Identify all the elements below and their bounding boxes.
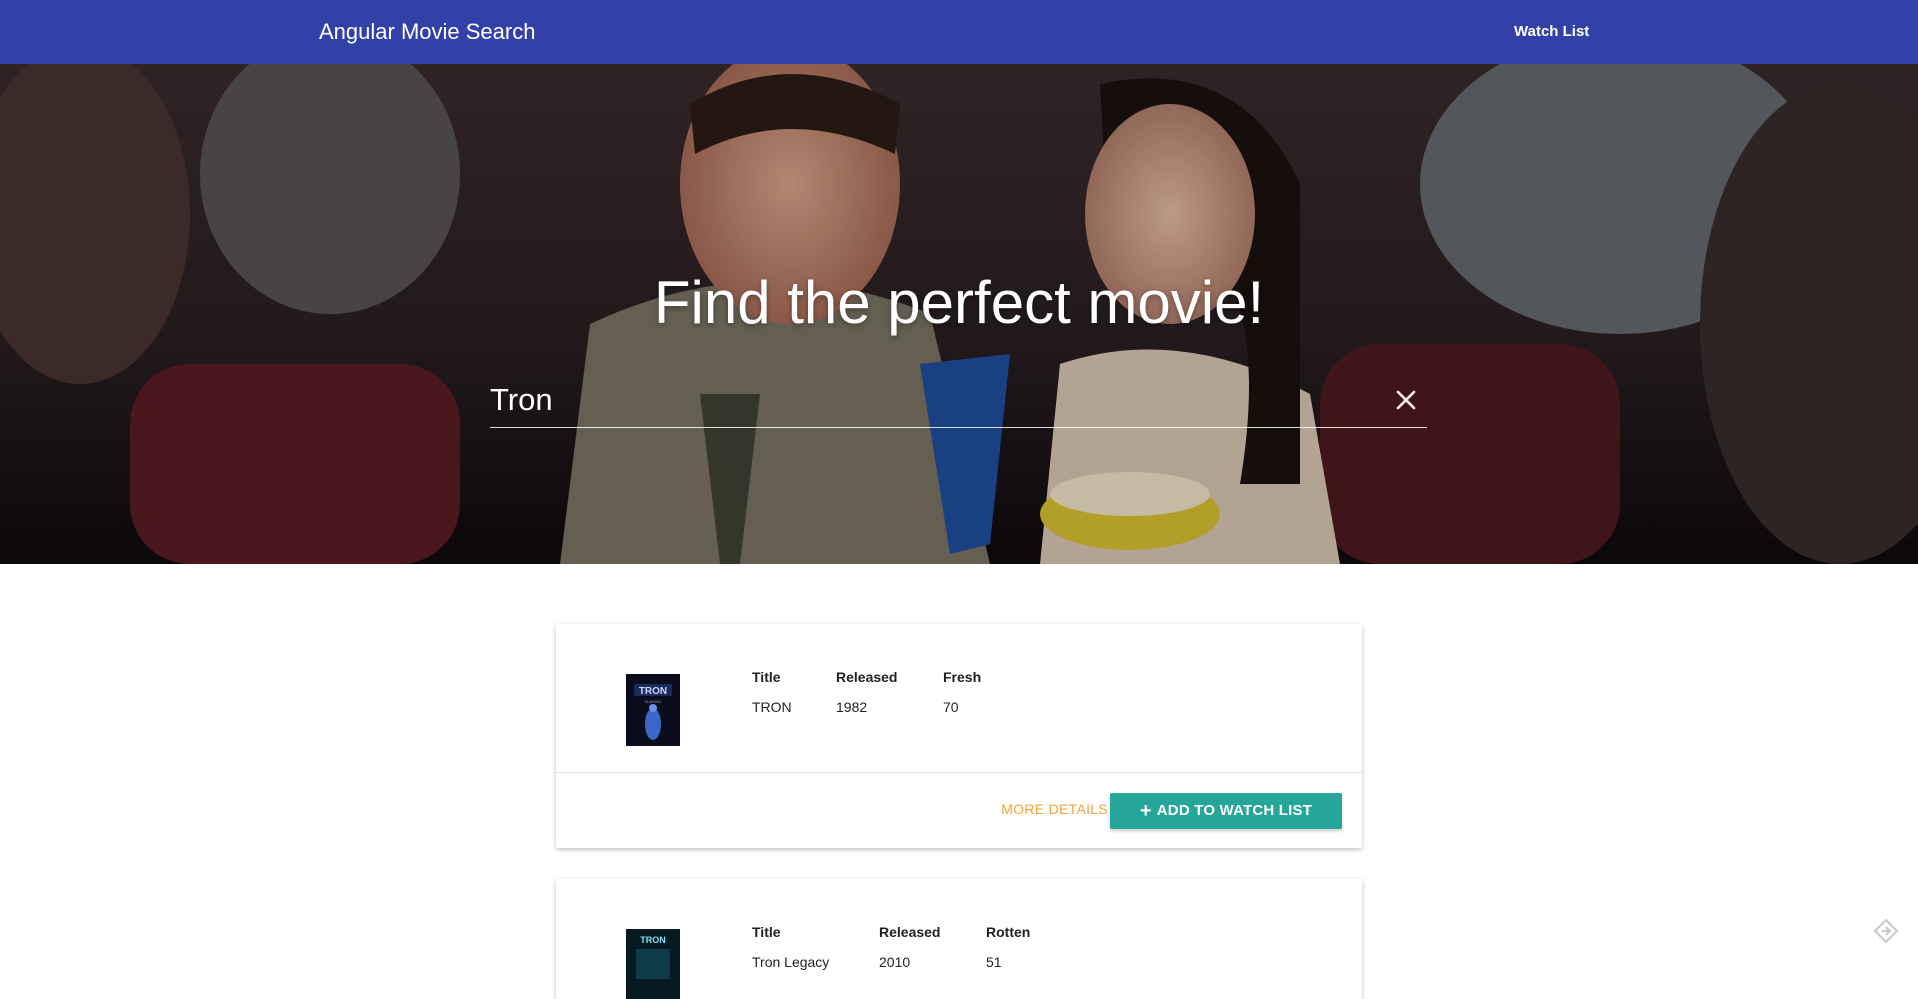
score-column: Fresh 70: [943, 668, 981, 716]
score-label: Fresh: [943, 669, 982, 685]
released-label: Released: [836, 669, 898, 685]
svg-text:CLASSIC: CLASSIC: [644, 699, 661, 704]
app-brand[interactable]: Angular Movie Search: [319, 19, 535, 45]
hero-banner: Find the perfect movie!: [0, 64, 1918, 564]
card-divider: [556, 772, 1362, 773]
hero-title: Find the perfect movie!: [653, 269, 1265, 336]
plus-icon: +: [1139, 800, 1152, 822]
title-column: Title Tron Legacy: [752, 923, 829, 971]
svg-text:TRON: TRON: [639, 686, 667, 697]
movie-title: TRON: [752, 699, 792, 715]
released-label: Released: [879, 924, 941, 940]
released-column: Released 2010: [879, 923, 940, 971]
score-column: Rotten 51: [986, 923, 1030, 971]
watch-list-link[interactable]: Watch List: [1514, 22, 1589, 42]
score-label: Rotten: [986, 924, 1031, 940]
widget-icon[interactable]: [1873, 918, 1899, 944]
movie-search-field: [490, 376, 1427, 428]
movie-score: 70: [943, 699, 959, 715]
movie-poster[interactable]: TRON: [626, 929, 680, 999]
movie-search-input[interactable]: [490, 380, 1370, 420]
add-to-watch-list-button[interactable]: + ADD TO WATCH LIST: [1110, 793, 1342, 829]
title-label: Title: [752, 924, 781, 940]
close-icon[interactable]: [1392, 386, 1420, 414]
title-label: Title: [752, 669, 781, 685]
movie-release-year: 2010: [879, 954, 911, 970]
movie-title: Tron Legacy: [752, 954, 830, 970]
more-details-button[interactable]: MORE DETAILS: [984, 800, 1108, 818]
title-column: Title TRON: [752, 668, 792, 716]
top-navbar: Angular Movie Search Watch List: [0, 0, 1918, 64]
movie-poster[interactable]: TRON CLASSIC: [626, 674, 680, 746]
movie-release-year: 1982: [836, 699, 868, 715]
released-column: Released 1982: [836, 668, 897, 716]
add-to-watch-list-label: ADD TO WATCH LIST: [1156, 802, 1313, 819]
movie-score: 51: [986, 954, 1002, 970]
movie-result-card: TRON Title Tron Legacy Released 2010 Rot…: [556, 879, 1362, 999]
svg-text:TRON: TRON: [640, 935, 666, 945]
movie-result-card: TRON CLASSIC Title TRON Released 1982 Fr…: [556, 624, 1362, 848]
